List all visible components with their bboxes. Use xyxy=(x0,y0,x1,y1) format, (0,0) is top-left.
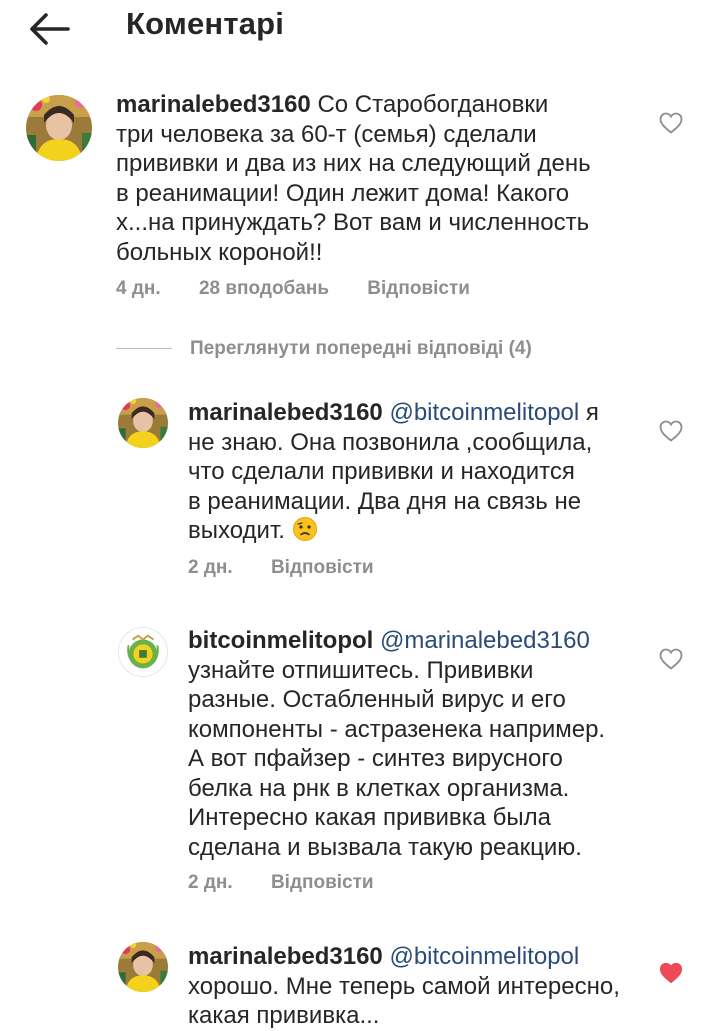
heart-filled-icon xyxy=(659,962,683,984)
like-button-liked[interactable] xyxy=(659,962,683,984)
comment-line: белка на рнк в клетках организма. xyxy=(188,774,570,802)
comment-meta: 4 дн. 28 вподобань Відповісти xyxy=(116,278,470,300)
comment-line: что сделали прививки и находится xyxy=(188,458,575,485)
comment-time: 2 дн. xyxy=(188,557,233,578)
comment-line: в реанимации. Два дня на связь не xyxy=(188,487,582,515)
avatar[interactable] xyxy=(118,942,168,992)
heart-outline-icon xyxy=(659,420,683,442)
comment-time: 4 дн. xyxy=(116,278,161,299)
comment-line: узнайте отпишитесь. Прививки xyxy=(188,656,534,684)
comment-likes-count[interactable]: 28 вподобань xyxy=(199,278,329,299)
comment-line: разные. Остабленный вирус и его xyxy=(188,686,566,713)
reply-button[interactable]: Відповісти xyxy=(271,872,374,893)
like-button[interactable] xyxy=(659,112,683,134)
comment-text: marinalebed3160 @bitcoinmelitopol я не з… xyxy=(188,398,628,546)
reply-button[interactable]: Відповісти xyxy=(271,557,374,578)
view-previous-replies[interactable]: Переглянути попередні відповіді (4) xyxy=(116,338,532,364)
like-button[interactable] xyxy=(659,648,683,670)
avatar[interactable] xyxy=(118,627,168,677)
comment-username[interactable]: marinalebed3160 xyxy=(188,943,383,970)
comment-line: не знаю. Она позвонила ,сообщила, xyxy=(188,428,593,456)
comment-mention[interactable]: @bitcoinmelitopol xyxy=(389,943,579,970)
comment-line: какая прививка... xyxy=(188,1002,380,1029)
comment-text: marinalebed3160 Со Старобогдановки три ч… xyxy=(116,90,636,267)
page-title: Коментарі xyxy=(126,6,285,41)
comment-line: А вот пфайзер - синтез вирусного xyxy=(188,745,563,772)
heart-outline-icon xyxy=(659,112,683,134)
comment-text: bitcoinmelitopol @marinalebed3160 узнайт… xyxy=(188,626,648,862)
comment-line: х...на принуждать? Вот вам и численность xyxy=(116,209,590,236)
comment-line: хорошо. Мне теперь самой интересно, xyxy=(188,972,620,1000)
reply-button[interactable]: Відповісти xyxy=(367,278,470,299)
comment-line: Со Старобогдановки xyxy=(317,91,549,118)
comment-text: marinalebed3160 @bitcoinmelitopol хорошо… xyxy=(188,942,648,1031)
comment-mention[interactable]: @bitcoinmelitopol xyxy=(389,399,579,426)
comment-username[interactable]: marinalebed3160 xyxy=(116,91,311,118)
comment-line: больных короной!! xyxy=(116,238,323,266)
back-button[interactable] xyxy=(26,10,72,48)
divider-line xyxy=(116,348,172,350)
arrow-left-icon xyxy=(30,13,70,45)
comment-line: я xyxy=(585,399,599,426)
comment-meta: 2 дн. Відповісти xyxy=(188,872,374,894)
comment-line: компоненты - астразенека например. xyxy=(188,715,606,743)
comment-username[interactable]: marinalebed3160 xyxy=(188,399,383,426)
comment-line: выходит. xyxy=(188,517,285,544)
like-button[interactable] xyxy=(659,420,683,442)
comment-time: 2 дн. xyxy=(188,872,233,893)
comment-username[interactable]: bitcoinmelitopol xyxy=(188,627,373,654)
comment-mention[interactable]: @marinalebed3160 xyxy=(380,627,590,654)
comment-line: в реанимации! Один лежит дома! Какого xyxy=(116,179,570,207)
view-previous-label: Переглянути попередні відповіді (4) xyxy=(190,338,532,359)
worried-face-icon xyxy=(292,516,318,542)
avatar[interactable] xyxy=(118,398,168,448)
top-bar: Коментарі xyxy=(0,0,720,60)
avatar[interactable] xyxy=(26,95,92,161)
comment-line: прививки и два из них на следующий день xyxy=(116,150,591,177)
heart-outline-icon xyxy=(659,648,683,670)
comment-meta: 2 дн. Відповісти xyxy=(188,557,374,579)
comment-line: три человека за 60-т (семья) сделали xyxy=(116,120,537,148)
comment-line: сделана и вызвала такую реакцию. xyxy=(188,833,582,861)
comment-line: Интересно какая прививка была xyxy=(188,804,551,831)
